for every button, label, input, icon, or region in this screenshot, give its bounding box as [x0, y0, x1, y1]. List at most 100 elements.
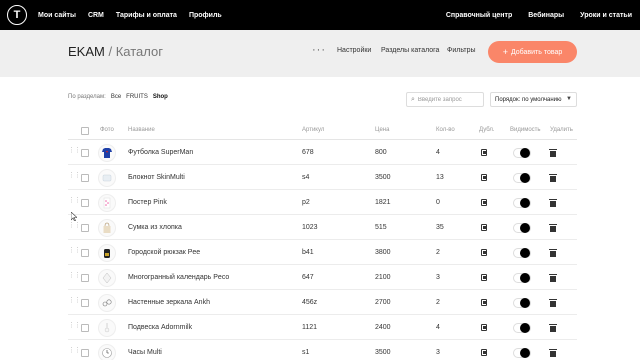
nav-my-sites[interactable]: Мои сайты: [38, 12, 76, 19]
duplicate-icon[interactable]: [481, 149, 487, 156]
visibility-toggle[interactable]: [513, 298, 531, 308]
table-row[interactable]: ⋮⋮ Футболка SuperMan 678 800 4: [68, 141, 577, 165]
trash-icon[interactable]: [549, 249, 557, 257]
sort-select[interactable]: Порядок: по умолчанию ▼: [490, 92, 577, 107]
product-name[interactable]: Подвеска Adornmilk: [128, 324, 192, 331]
drag-handle-icon[interactable]: ⋮⋮: [68, 172, 81, 182]
table-row[interactable]: ⋮⋮ Настенные зеркала Ankh 456z 2700 2: [68, 291, 577, 315]
visibility-toggle[interactable]: [513, 148, 531, 158]
drag-handle-icon[interactable]: ⋮⋮: [68, 297, 81, 307]
product-name[interactable]: Сумка из хлопка: [128, 224, 182, 231]
toggle-knob: [520, 298, 530, 308]
table-row[interactable]: ⋮⋮ Подвеска Adornmilk 1121 2400 4: [68, 316, 577, 340]
drag-handle-icon[interactable]: ⋮⋮: [68, 322, 81, 332]
table-row[interactable]: ⋮⋮ Городской рюкзак Pee b41 3800 2: [68, 241, 577, 265]
col-price: Цена: [375, 127, 390, 133]
catalog-sections-link[interactable]: Разделы каталога: [381, 47, 439, 54]
trash-icon[interactable]: [549, 349, 557, 357]
mouse-cursor-icon: [71, 212, 77, 221]
product-qty: 0: [436, 199, 440, 206]
product-name[interactable]: Постер Pink: [128, 199, 167, 206]
product-photo[interactable]: [98, 269, 116, 287]
trash-icon[interactable]: [549, 299, 557, 307]
filter-shop[interactable]: Shop: [153, 94, 168, 100]
filter-all[interactable]: Все: [111, 94, 121, 100]
row-checkbox[interactable]: [81, 274, 89, 282]
row-checkbox[interactable]: [81, 324, 89, 332]
visibility-toggle[interactable]: [513, 348, 531, 358]
nav-webinars[interactable]: Вебинары: [528, 12, 564, 19]
trash-icon[interactable]: [549, 149, 557, 157]
row-checkbox[interactable]: [81, 199, 89, 207]
row-checkbox[interactable]: [81, 149, 89, 157]
trash-icon[interactable]: [549, 199, 557, 207]
nav-plans-payment[interactable]: Тарифы и оплата: [116, 12, 177, 19]
product-name[interactable]: Часы Multi: [128, 349, 162, 356]
product-name[interactable]: Футболка SuperMan: [128, 149, 193, 156]
trash-icon[interactable]: [549, 174, 557, 182]
select-all-checkbox[interactable]: [81, 127, 89, 137]
add-product-button[interactable]: + Добавить товар: [488, 41, 577, 63]
section-filter: По разделам: Все FRUITS Shop: [68, 94, 168, 100]
row-checkbox[interactable]: [81, 249, 89, 257]
tilda-logo[interactable]: T: [7, 5, 27, 25]
product-photo[interactable]: [98, 194, 116, 212]
filters-link[interactable]: Фильтры: [447, 47, 476, 54]
product-name[interactable]: Городской рюкзак Pee: [128, 249, 200, 256]
settings-link[interactable]: Настройки: [337, 47, 371, 54]
row-checkbox[interactable]: [81, 174, 89, 182]
drag-handle-icon[interactable]: ⋮⋮: [68, 247, 81, 257]
table-row[interactable]: ⋮⋮ Блокнот SkinMulti s4 3500 13: [68, 166, 577, 190]
nav-help-center[interactable]: Справочный центр: [446, 12, 512, 19]
drag-handle-icon[interactable]: ⋮⋮: [68, 222, 81, 232]
row-checkbox[interactable]: [81, 224, 89, 232]
trash-icon[interactable]: [549, 224, 557, 232]
row-checkbox[interactable]: [81, 349, 89, 357]
drag-handle-icon[interactable]: ⋮⋮: [68, 347, 81, 357]
product-name[interactable]: Многогранный календарь Peco: [128, 274, 229, 281]
product-photo[interactable]: [98, 144, 116, 162]
duplicate-icon[interactable]: [481, 349, 487, 356]
product-photo[interactable]: [98, 319, 116, 337]
row-checkbox[interactable]: [81, 299, 89, 307]
visibility-toggle[interactable]: [513, 198, 531, 208]
drag-handle-icon[interactable]: ⋮⋮: [68, 272, 81, 282]
search-input[interactable]: [417, 96, 476, 103]
store-name[interactable]: EKAM: [68, 44, 105, 59]
product-photo[interactable]: [98, 219, 116, 237]
duplicate-icon[interactable]: [481, 249, 487, 256]
duplicate-icon[interactable]: [481, 199, 487, 206]
product-price: 2100: [375, 274, 391, 281]
visibility-toggle[interactable]: [513, 173, 531, 183]
visibility-toggle[interactable]: [513, 323, 531, 333]
drag-handle-icon[interactable]: ⋮⋮: [68, 197, 81, 207]
nav-crm[interactable]: CRM: [88, 12, 104, 19]
nav-lessons[interactable]: Уроки и статьи: [580, 12, 632, 19]
table-row[interactable]: ⋮⋮ Сумка из хлопка 1023 515 35: [68, 216, 577, 240]
product-name[interactable]: Блокнот SkinMulti: [128, 174, 185, 181]
product-photo[interactable]: [98, 169, 116, 187]
trash-icon[interactable]: [549, 274, 557, 282]
visibility-toggle[interactable]: [513, 223, 531, 233]
table-row[interactable]: ⋮⋮ Постер Pink p2 1821 0: [68, 191, 577, 215]
product-name[interactable]: Настенные зеркала Ankh: [128, 299, 210, 306]
product-photo[interactable]: [98, 294, 116, 312]
filter-fruits[interactable]: FRUITS: [126, 94, 148, 100]
product-photo[interactable]: [98, 244, 116, 262]
duplicate-icon[interactable]: [481, 274, 487, 281]
more-options-icon[interactable]: ···: [312, 44, 326, 56]
duplicate-icon[interactable]: [481, 324, 487, 331]
table-row[interactable]: ⋮⋮ Многогранный календарь Peco 647 2100 3: [68, 266, 577, 290]
duplicate-icon[interactable]: [481, 299, 487, 306]
trash-icon[interactable]: [549, 324, 557, 332]
product-photo[interactable]: [98, 344, 116, 360]
visibility-toggle[interactable]: [513, 273, 531, 283]
visibility-toggle[interactable]: [513, 248, 531, 258]
duplicate-icon[interactable]: [481, 174, 487, 181]
product-sku: 647: [302, 274, 314, 281]
toggle-knob: [520, 323, 530, 333]
table-row[interactable]: ⋮⋮ Часы Multi s1 3500 3: [68, 341, 577, 360]
nav-profile[interactable]: Профиль: [189, 12, 222, 19]
duplicate-icon[interactable]: [481, 224, 487, 231]
drag-handle-icon[interactable]: ⋮⋮: [68, 147, 81, 157]
